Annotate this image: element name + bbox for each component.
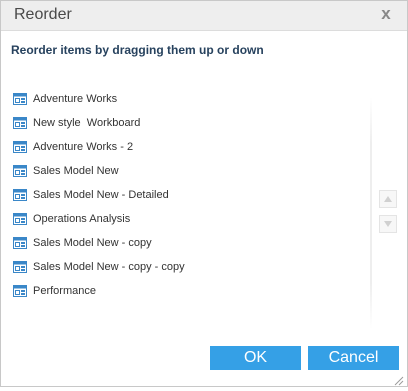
dashboard-icon	[13, 116, 27, 129]
list-item-label: Sales Model New - copy - copy	[33, 261, 185, 273]
dashboard-icon	[13, 92, 27, 105]
list-item[interactable]: Performance	[1, 279, 361, 303]
list-item-label: Sales Model New - Detailed	[33, 189, 169, 201]
list-item-label: New style Workboard	[33, 117, 141, 129]
list-item-label: Operations Analysis	[33, 213, 131, 225]
dashboard-icon	[13, 140, 27, 153]
move-up-button[interactable]	[379, 190, 397, 208]
list-item[interactable]: Operations Analysis	[1, 207, 361, 231]
list-item[interactable]: New style Workboard	[1, 111, 361, 135]
dashboard-icon	[13, 260, 27, 273]
list-item[interactable]: Sales Model New - copy - copy	[1, 255, 361, 279]
dashboard-icon	[13, 164, 27, 177]
dialog-title: Reorder	[14, 6, 72, 23]
list-item-label: Sales Model New - copy	[33, 237, 152, 249]
list-item[interactable]: Adventure Works	[1, 87, 361, 111]
list-item-label: Adventure Works	[33, 93, 118, 105]
list-item-label: Sales Model New	[33, 165, 119, 177]
dashboard-icon	[13, 236, 27, 249]
dashboard-icon	[13, 212, 27, 225]
list-item[interactable]: Sales Model New - Detailed	[1, 183, 361, 207]
reorder-list: Adventure Works New style Workboard Adve…	[1, 87, 361, 307]
list-item-label: Adventure Works - 2	[33, 141, 134, 153]
list-scrollbar[interactable]	[370, 97, 372, 329]
dashboard-icon	[13, 284, 27, 297]
close-icon[interactable]: x	[378, 5, 394, 23]
list-item-label: Performance	[33, 285, 96, 297]
list-item[interactable]: Adventure Works - 2	[1, 135, 361, 159]
list-item[interactable]: Sales Model New	[1, 159, 361, 183]
instruction-text: Reorder items by dragging them up or dow…	[11, 43, 264, 57]
cancel-button[interactable]: Cancel	[308, 346, 399, 370]
dashboard-icon	[13, 188, 27, 201]
resize-grip-icon[interactable]	[394, 373, 404, 386]
list-item[interactable]: Sales Model New - copy	[1, 231, 361, 255]
dialog-titlebar: Reorder x	[1, 1, 407, 31]
ok-button[interactable]: OK	[210, 346, 301, 370]
move-down-button[interactable]	[379, 215, 397, 233]
reorder-dialog: Reorder x Reorder items by dragging them…	[0, 0, 408, 387]
